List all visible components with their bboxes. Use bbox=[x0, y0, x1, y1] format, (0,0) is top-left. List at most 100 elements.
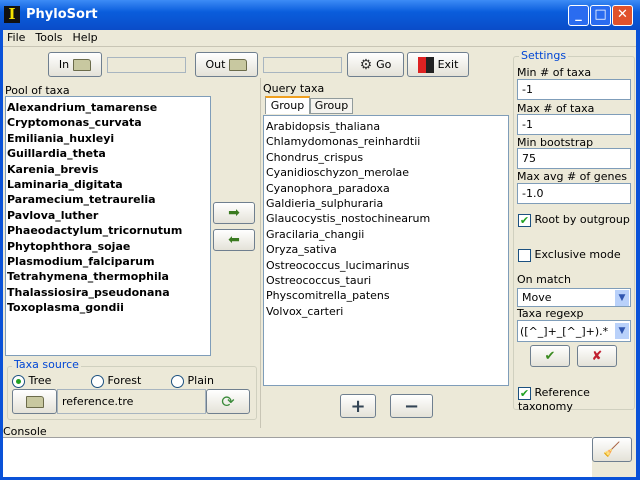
radio-plain-label: Plain bbox=[187, 374, 214, 387]
tab-group-1[interactable]: Group 1 bbox=[265, 96, 310, 127]
menu-bar: File Tools Help bbox=[7, 31, 98, 44]
pool-list-item[interactable]: Alexandrium_tamarense bbox=[6, 100, 210, 115]
clear-console-button[interactable]: 🧹 bbox=[592, 437, 632, 462]
folder-icon bbox=[25, 395, 44, 408]
radio-forest[interactable]: Forest bbox=[91, 374, 141, 388]
remove-button[interactable]: − bbox=[390, 394, 433, 418]
max-taxa-input[interactable]: -1 bbox=[517, 114, 631, 135]
move-right-button[interactable]: ➡ bbox=[213, 202, 255, 224]
taxa-source-file-field[interactable]: reference.tre bbox=[57, 389, 206, 414]
menu-divider bbox=[3, 46, 636, 47]
menu-tools[interactable]: Tools bbox=[35, 31, 62, 44]
query-list-item[interactable]: Ostreococcus_lucimarinus bbox=[265, 258, 508, 273]
taxa-source-label: Taxa source bbox=[12, 358, 81, 371]
checkbox-reftax[interactable]: ✔ bbox=[518, 386, 531, 400]
exclusive-label: Exclusive mode bbox=[534, 248, 621, 261]
query-list-item[interactable]: Cyanophora_paradoxa bbox=[265, 181, 508, 196]
menu-file[interactable]: File bbox=[7, 31, 25, 44]
max-genes-input[interactable]: -1.0 bbox=[517, 183, 631, 204]
query-list-item[interactable]: Volvox_carteri bbox=[265, 304, 508, 319]
folder-icon bbox=[229, 58, 248, 71]
apply-regexp-button[interactable]: ✔ bbox=[530, 345, 570, 367]
divider bbox=[260, 78, 261, 428]
pool-list-item[interactable]: Paramecium_tetraurelia bbox=[6, 192, 210, 207]
pool-list-item[interactable]: Tetrahymena_thermophila bbox=[6, 269, 210, 284]
min-taxa-input[interactable]: -1 bbox=[517, 79, 631, 100]
add-button[interactable]: + bbox=[340, 394, 376, 418]
query-list-item[interactable]: Gracilaria_changii bbox=[265, 227, 508, 242]
pool-list-item[interactable]: Laminaria_digitata bbox=[6, 177, 210, 192]
checkbox-exclusive[interactable] bbox=[518, 248, 531, 262]
min-bootstrap-input[interactable]: 75 bbox=[517, 148, 631, 169]
pool-list[interactable]: Alexandrium_tamarense Cryptomonas_curvata… bbox=[5, 96, 211, 356]
console-output[interactable] bbox=[3, 437, 592, 477]
query-list-item[interactable]: Chondrus_crispus bbox=[265, 150, 508, 165]
query-list-item[interactable]: Oryza_sativa bbox=[265, 242, 508, 257]
query-list-item[interactable]: Physcomitrella_patens bbox=[265, 288, 508, 303]
on-match-label: On match bbox=[517, 273, 571, 286]
query-list[interactable]: Arabidopsis_thaliana Chlamydomonas_reinha… bbox=[263, 115, 509, 386]
pool-list-item[interactable]: Pavlova_luther bbox=[6, 208, 210, 223]
settings-label: Settings bbox=[519, 49, 569, 62]
max-genes-label: Max avg # of genes bbox=[517, 170, 627, 183]
chevron-down-icon[interactable]: ▼ bbox=[615, 323, 629, 339]
pool-list-item[interactable]: Phaeodactylum_tricornutum bbox=[6, 223, 210, 238]
pool-list-item[interactable]: Thalassiosira_pseudonana bbox=[6, 285, 210, 300]
pool-list-item[interactable]: Toxoplasma_gondii bbox=[6, 300, 210, 315]
exit-button[interactable]: Exit bbox=[407, 52, 469, 77]
broom-icon: 🧹 bbox=[603, 441, 621, 458]
app-icon: I bbox=[4, 6, 20, 23]
exclusive-mode-checkbox[interactable]: Exclusive mode bbox=[518, 248, 621, 262]
root-by-outgroup-checkbox[interactable]: ✔ Root by outgroup bbox=[518, 213, 630, 227]
go-label: Go bbox=[376, 58, 392, 71]
query-list-item[interactable]: Ostreococcus_tauri bbox=[265, 273, 508, 288]
out-label: Out bbox=[205, 58, 226, 71]
radio-tree-circle[interactable] bbox=[12, 374, 25, 388]
radio-forest-circle[interactable] bbox=[91, 374, 104, 388]
query-list-item[interactable]: Glaucocystis_nostochinearum bbox=[265, 211, 508, 226]
min-taxa-label: Min # of taxa bbox=[517, 66, 592, 79]
window-body: File Tools Help In Out ⚙ Go Exit Pool of … bbox=[3, 30, 636, 477]
go-button[interactable]: ⚙ Go bbox=[347, 52, 404, 77]
query-list-item[interactable]: Chlamydomonas_reinhardtii bbox=[265, 134, 508, 149]
checkbox-root[interactable]: ✔ bbox=[518, 213, 531, 227]
out-path-field[interactable] bbox=[263, 57, 342, 73]
reference-taxonomy-checkbox[interactable]: ✔ Reference taxonomy bbox=[518, 386, 636, 413]
radio-plain-circle[interactable] bbox=[171, 374, 184, 388]
regexp-label: Taxa regexp bbox=[517, 307, 584, 320]
maximize-button[interactable]: □ bbox=[590, 5, 611, 26]
query-list-item[interactable]: Galdieria_sulphuraria bbox=[265, 196, 508, 211]
on-match-select[interactable]: Move ▼ bbox=[517, 288, 631, 307]
radio-plain[interactable]: Plain bbox=[171, 374, 214, 388]
clear-regexp-button[interactable]: ✘ bbox=[577, 345, 617, 367]
in-path-field[interactable] bbox=[107, 57, 186, 73]
pool-list-item[interactable]: Phytophthora_sojae bbox=[6, 239, 210, 254]
pool-list-item[interactable]: Guillardia_theta bbox=[6, 146, 210, 161]
move-left-button[interactable]: ⬅ bbox=[213, 229, 255, 251]
pool-list-item[interactable]: Plasmodium_falciparum bbox=[6, 254, 210, 269]
reload-button[interactable]: ⟳ bbox=[206, 389, 250, 414]
exit-label: Exit bbox=[437, 58, 459, 71]
menu-help[interactable]: Help bbox=[73, 31, 98, 44]
gears-icon: ⚙ bbox=[359, 56, 373, 73]
close-button[interactable]: ✕ bbox=[612, 5, 633, 26]
in-label: In bbox=[58, 58, 70, 71]
window-title: PhyloSort bbox=[26, 7, 98, 22]
pool-list-item[interactable]: Emiliania_huxleyi bbox=[6, 131, 210, 146]
chevron-down-icon[interactable]: ▼ bbox=[615, 289, 629, 306]
tab-group-2[interactable]: Group 2 bbox=[310, 98, 353, 126]
taxa-source-open-button[interactable] bbox=[12, 389, 57, 414]
query-list-item[interactable]: Cyanidioschyzon_merolae bbox=[265, 165, 508, 180]
in-button[interactable]: In bbox=[48, 52, 102, 77]
out-button[interactable]: Out bbox=[195, 52, 258, 77]
minimize-button[interactable]: _ bbox=[568, 5, 589, 26]
pool-list-item[interactable]: Karenia_brevis bbox=[6, 162, 210, 177]
on-match-value: Move bbox=[522, 291, 552, 304]
title-bar: I PhyloSort _ □ ✕ bbox=[0, 0, 640, 30]
pool-list-item[interactable]: Cryptomonas_curvata bbox=[6, 115, 210, 130]
query-label: Query taxa bbox=[263, 82, 325, 95]
radio-tree[interactable]: Tree bbox=[12, 374, 51, 388]
regexp-combo[interactable]: ([^_]+_[^_]+).* ▼ bbox=[517, 320, 631, 342]
query-list-item[interactable]: Arabidopsis_thaliana bbox=[265, 119, 508, 134]
radio-tree-label: Tree bbox=[28, 374, 52, 387]
